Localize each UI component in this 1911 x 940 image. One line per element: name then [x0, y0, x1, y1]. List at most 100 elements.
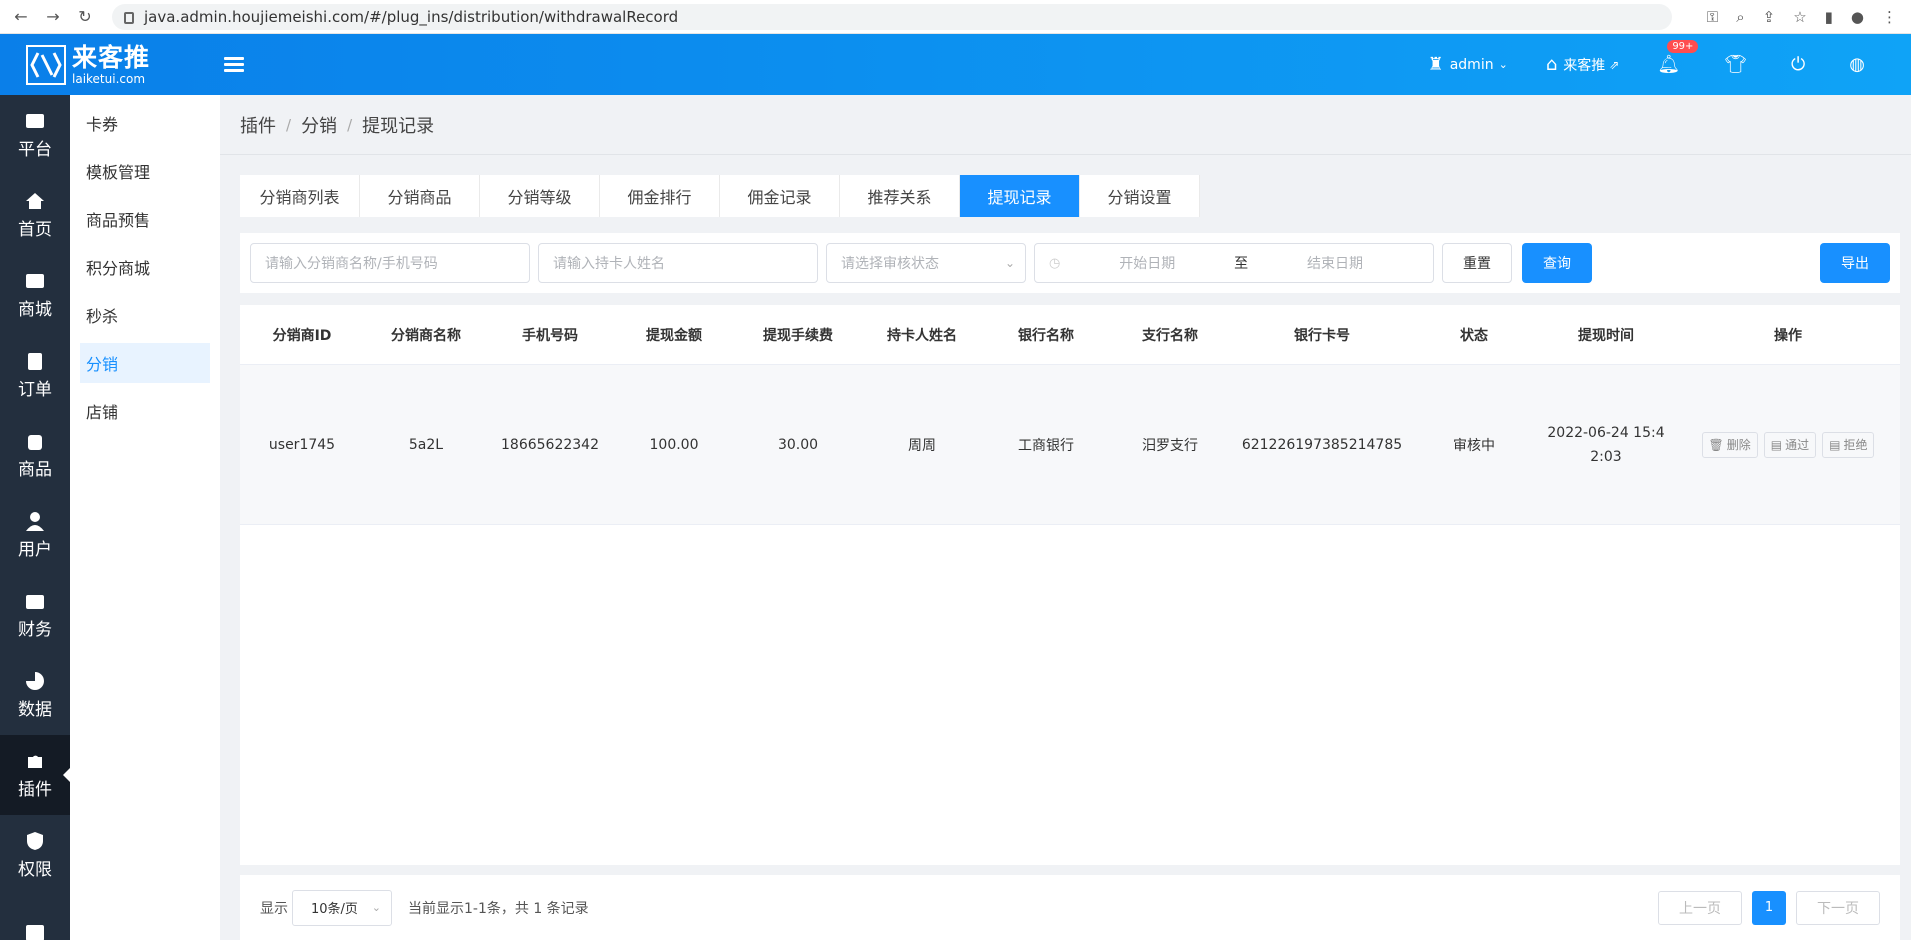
reject-label: 拒绝 [1843, 438, 1868, 452]
submenu-item-points-mall[interactable]: 积分商城 [80, 247, 210, 287]
sidebar-item-user[interactable]: 用户 [0, 495, 70, 575]
cardholder-input[interactable]: 请输入持卡人姓名 [538, 243, 818, 283]
column-header: 操作 [1774, 327, 1802, 344]
notification-button[interactable]: 🔔︎ 99+ [1657, 40, 1699, 75]
sidebar-item-data[interactable]: 数据 [0, 655, 70, 735]
share-icon[interactable]: ⇪ [1763, 8, 1776, 26]
tab-commission-rank[interactable]: 佣金排行 [600, 175, 720, 217]
avatar-icon: ♜ [1427, 54, 1444, 75]
start-date-input[interactable]: 开始日期 [1119, 253, 1175, 273]
next-page-button[interactable]: 下一页 [1796, 890, 1880, 925]
column-header: 银行名称 [1018, 327, 1074, 344]
tab-referral[interactable]: 推荐关系 [840, 175, 960, 217]
submenu-item-presale[interactable]: 商品预售 [80, 199, 210, 239]
breadcrumb-item[interactable]: 分销 [301, 112, 337, 138]
sidebar-item-home[interactable]: 首页 [0, 175, 70, 255]
tab-withdrawal-record[interactable]: 提现记录 [960, 175, 1080, 217]
status-select-placeholder: 请选择审核状态 [841, 256, 939, 272]
logout-button[interactable]: ⏻ [1791, 54, 1811, 75]
trash-icon: 🗑︎ [1708, 437, 1724, 452]
star-icon[interactable]: ☆ [1793, 8, 1806, 26]
pie-icon [24, 671, 46, 691]
user-icon [24, 511, 46, 531]
prev-page-button[interactable]: 上一页 [1658, 890, 1742, 925]
page-size-label: 显示 [260, 900, 288, 917]
home-icon [24, 191, 46, 211]
cell-time: 2022-06-24 15:42:03 [1547, 424, 1665, 465]
store-link[interactable]: ⌂ 来客推 ⇗ [1546, 54, 1620, 75]
page-size-select[interactable]: 10条/页 ⌄ [292, 889, 392, 926]
submenu-item-distribution[interactable]: 分销 [80, 343, 210, 383]
column-header: 分销商ID [272, 327, 332, 344]
tab-distribution-level[interactable]: 分销等级 [480, 175, 600, 217]
sidebar-item-plugins[interactable]: 插件 [0, 735, 71, 815]
tab-distributor-list[interactable]: 分销商列表 [240, 175, 360, 217]
reset-button[interactable]: 重置 [1442, 243, 1512, 283]
tab-distribution-settings[interactable]: 分销设置 [1080, 175, 1200, 217]
sidepanel-icon[interactable]: ▮ [1825, 8, 1833, 26]
sidebar-item-goods[interactable]: 商品 [0, 415, 70, 495]
range-separator: 至 [1234, 256, 1249, 272]
doc-icon: ▤ [1770, 437, 1783, 452]
sidebar-item-image[interactable] [0, 895, 70, 940]
breadcrumb-item[interactable]: 插件 [240, 112, 276, 138]
cell-status: 审核中 [1453, 437, 1495, 454]
tab-commission-record[interactable]: 佣金记录 [720, 175, 840, 217]
sidebar-label: 用户 [18, 539, 52, 560]
page-size-value: 10条/页 [311, 902, 358, 917]
image-icon [24, 923, 46, 940]
menu-toggle-icon[interactable] [224, 54, 244, 75]
shirt-icon: 👕︎ [1724, 54, 1748, 75]
globe-icon: ◍ [1849, 54, 1865, 75]
sidebar-label: 财务 [18, 619, 52, 640]
approve-button[interactable]: ▤ 通过 [1763, 431, 1817, 458]
submenu-item-store[interactable]: 店铺 [80, 391, 210, 431]
address-bar[interactable]: java.admin.houjiemeishi.com/#/plug_ins/d… [112, 3, 1672, 30]
submenu-item-coupon[interactable]: 卡券 [80, 103, 210, 143]
forward-icon[interactable]: → [42, 6, 64, 28]
column-header: 提现金额 [646, 327, 702, 344]
profile-icon[interactable]: ● [1851, 8, 1864, 26]
sidebar-label: 商品 [18, 459, 52, 480]
cell-distributor-name: 5a2L [408, 436, 444, 453]
user-menu[interactable]: ♜ admin ⌄ [1428, 54, 1508, 75]
cell-cardholder: 周周 [908, 437, 936, 454]
submenu-item-template[interactable]: 模板管理 [80, 151, 210, 191]
column-header: 提现手续费 [763, 327, 833, 344]
query-button[interactable]: 查询 [1522, 243, 1592, 283]
date-range-picker[interactable]: ◷ 开始日期 至 结束日期 [1034, 243, 1434, 283]
submenu-item-flash-sale[interactable]: 秒杀 [80, 295, 210, 335]
pagination-bar: 显示 10条/页 ⌄ 当前显示1-1条，共 1 条记录 上一页 1 下一页 [240, 875, 1900, 940]
theme-button[interactable]: 👕︎ [1724, 54, 1753, 75]
distributor-search-input[interactable]: 请输入分销商名称/手机号码 [250, 243, 530, 283]
sidebar-label: 平台 [18, 139, 52, 160]
clock-icon: ◷ [1049, 255, 1061, 271]
tab-distribution-goods[interactable]: 分销商品 [360, 175, 480, 217]
logo[interactable]: 来客推 laiketui.com [26, 42, 186, 86]
page-number-current[interactable]: 1 [1752, 890, 1786, 925]
cell-amount: 100.00 [649, 436, 699, 453]
sidebar-item-finance[interactable]: 财务 [0, 575, 70, 655]
delete-button[interactable]: 🗑︎ 删除 [1701, 431, 1758, 458]
back-icon[interactable]: ← [10, 6, 32, 28]
language-button[interactable]: ◍ [1849, 54, 1871, 75]
end-date-input[interactable]: 结束日期 [1307, 253, 1363, 273]
sidebar-item-mall[interactable]: 商城 [0, 255, 70, 335]
sidebar-item-order[interactable]: 订单 [0, 335, 70, 415]
column-header: 手机号码 [522, 327, 578, 344]
logo-domain: laiketui.com [72, 71, 146, 86]
zoom-icon[interactable]: ⌕ [1736, 8, 1744, 26]
key-icon[interactable]: ⚿ [1707, 8, 1718, 26]
reload-icon[interactable]: ↻ [74, 6, 96, 28]
status-select[interactable]: 请选择审核状态 ⌄ [826, 243, 1026, 283]
reject-button[interactable]: ▤ 拒绝 [1822, 431, 1875, 458]
lock-icon [124, 11, 134, 24]
sidebar-item-platform[interactable]: 平台 [0, 95, 70, 175]
sidebar-item-permission[interactable]: 权限 [0, 815, 70, 895]
logo-text: 来客推 [72, 42, 151, 72]
menu-icon[interactable]: ⋮ [1882, 8, 1897, 26]
sidebar-label: 插件 [18, 779, 52, 800]
table-row: user1745 5a2L 18665622342 100.00 30.00 周… [240, 365, 1900, 525]
store-name: 来客推 [1563, 57, 1606, 74]
export-button[interactable]: 导出 [1820, 243, 1890, 283]
